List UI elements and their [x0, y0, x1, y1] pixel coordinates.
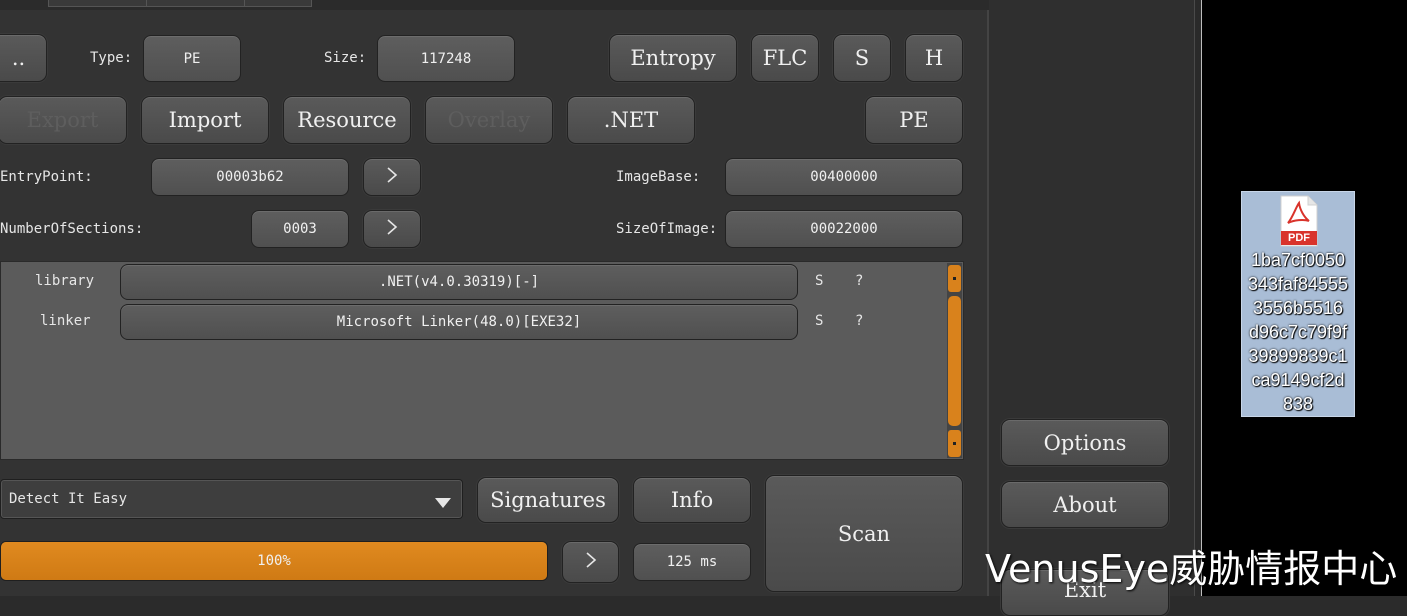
engine-select[interactable]: Detect It Easy: [0, 479, 463, 519]
file-label-line: 838: [1282, 394, 1314, 414]
scroll-thumb[interactable]: [948, 296, 961, 426]
scroll-up-dot: [953, 277, 956, 280]
entrypoint-label: EntryPoint:: [0, 169, 93, 185]
result-type-label: linker: [40, 313, 91, 329]
resource-button[interactable]: Resource: [283, 96, 411, 144]
flc-button[interactable]: FLC: [751, 34, 819, 82]
elapsed-time-field: 125 ms: [633, 543, 751, 581]
result-type-label: library: [35, 273, 95, 289]
chevron-right-icon: [584, 550, 598, 574]
size-field[interactable]: 117248: [377, 35, 515, 82]
entrypoint-field[interactable]: 00003b62: [151, 158, 349, 196]
result-signature-button[interactable]: S: [815, 273, 823, 289]
pdf-badge-label: PDF: [1288, 232, 1310, 244]
about-button[interactable]: About: [1001, 481, 1169, 528]
size-label: Size:: [324, 50, 367, 66]
s-button[interactable]: S: [833, 34, 891, 82]
entropy-button[interactable]: Entropy: [609, 34, 737, 82]
chevron-down-icon: [434, 494, 452, 513]
file-label-line: 39899839c1: [1248, 346, 1348, 366]
result-value-field[interactable]: Microsoft Linker(48.0)[EXE32]: [120, 304, 798, 340]
progress-text: 100%: [257, 553, 291, 569]
scroll-up-arrow[interactable]: [948, 265, 961, 292]
imagebase-label: ImageBase:: [616, 169, 701, 185]
h-button[interactable]: H: [905, 34, 963, 82]
type-field[interactable]: PE: [143, 35, 241, 82]
file-label-line: 3556b5516: [1252, 298, 1344, 318]
browse-label: ..: [11, 46, 26, 70]
imagebase-field[interactable]: 00400000: [725, 158, 963, 196]
file-label-line: 1ba7cf0050: [1250, 250, 1346, 270]
browse-button[interactable]: ..: [0, 34, 47, 82]
net-button[interactable]: .NET: [567, 96, 695, 144]
top-tab-divider: [146, 0, 147, 6]
file-label-line: d96c7c79f9f: [1248, 322, 1348, 342]
entrypoint-go-button[interactable]: [363, 158, 421, 196]
options-button[interactable]: Options: [1001, 419, 1169, 466]
result-signature-button[interactable]: S: [815, 313, 823, 329]
file-label-line: 343faf84555: [1247, 274, 1349, 294]
scroll-down-arrow[interactable]: [948, 430, 961, 457]
top-tab-divider: [244, 0, 245, 6]
file-label-line: ca9149cf2d: [1251, 370, 1345, 390]
pdf-file-icon: PDF: [1278, 195, 1320, 247]
window-border: [1194, 0, 1202, 596]
result-info-button[interactable]: ?: [855, 313, 863, 329]
pe-button[interactable]: PE: [865, 96, 963, 144]
scroll-down-dot: [953, 442, 956, 445]
chevron-right-icon: [385, 217, 399, 241]
scan-button[interactable]: Scan: [765, 475, 963, 592]
sizeofimage-field[interactable]: 00022000: [725, 210, 963, 248]
result-value-field[interactable]: .NET(v4.0.30319)[-]: [120, 264, 798, 300]
desktop-file-item[interactable]: PDF 1ba7cf0050 343faf84555 3556b5516 d96…: [1241, 191, 1355, 417]
numsections-field[interactable]: 0003: [251, 210, 349, 248]
import-button[interactable]: Import: [141, 96, 269, 144]
sections-go-button[interactable]: [363, 210, 421, 248]
progress-bar: 100%: [0, 541, 548, 581]
overlay-button[interactable]: Overlay: [425, 96, 553, 144]
desktop-file-label: 1ba7cf0050 343faf84555 3556b5516 d96c7c7…: [1242, 248, 1354, 416]
top-tab-strip: [48, 0, 312, 7]
engine-select-value: Detect It Easy: [9, 491, 128, 507]
type-label: Type:: [90, 50, 133, 66]
info-button[interactable]: Info: [633, 477, 751, 523]
progress-go-button[interactable]: [562, 541, 619, 583]
result-info-button[interactable]: ?: [855, 273, 863, 289]
signatures-button[interactable]: Signatures: [477, 477, 619, 523]
numsections-label: NumberOfSections:: [0, 221, 144, 237]
watermark: VenusEye威胁情报中心: [985, 547, 1398, 591]
export-button[interactable]: Export: [0, 96, 127, 144]
sizeofimage-label: SizeOfImage:: [616, 221, 718, 237]
chevron-right-icon: [385, 165, 399, 189]
